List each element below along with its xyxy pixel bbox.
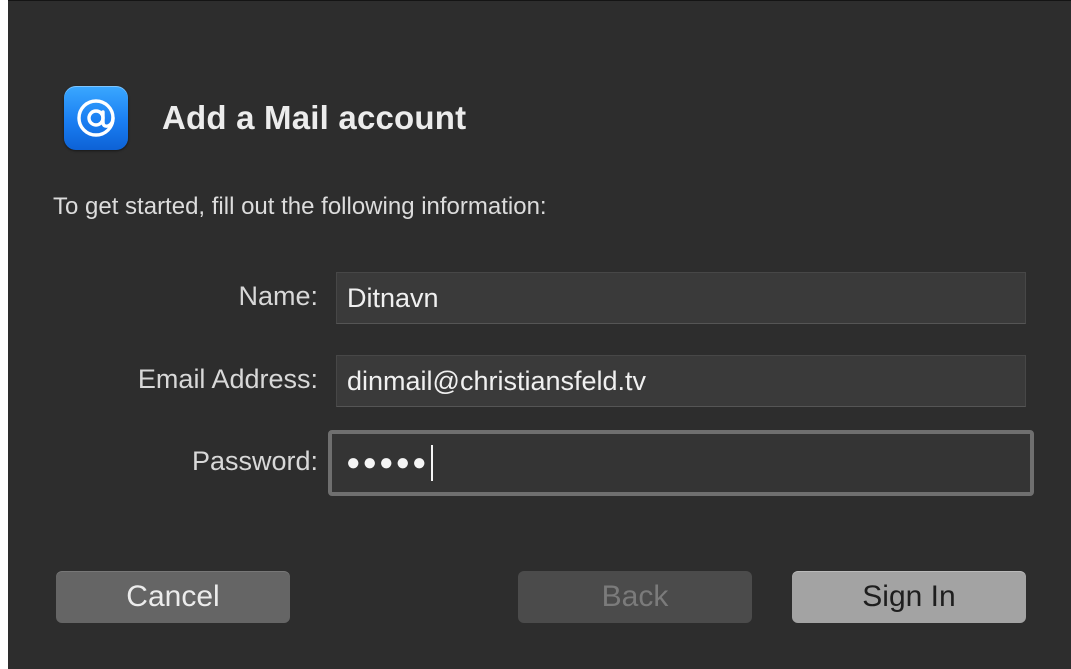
password-field[interactable]: ●●●●● <box>328 430 1034 496</box>
password-content: ●●●●● <box>346 445 434 481</box>
back-button[interactable]: Back <box>518 571 752 623</box>
email-label: Email Address: <box>137 364 318 394</box>
name-value: Ditnavn <box>347 282 439 313</box>
cancel-button[interactable]: Cancel <box>56 571 290 623</box>
dialog-title: Add a Mail account <box>162 99 467 136</box>
email-field[interactable]: dinmail@christiansfeld.tv <box>336 355 1026 407</box>
intro-text: To get started, fill out the following i… <box>53 193 547 220</box>
at-sign-icon <box>64 86 128 150</box>
name-field[interactable]: Ditnavn <box>336 272 1026 324</box>
sign-in-button[interactable]: Sign In <box>792 571 1026 623</box>
text-caret <box>431 445 434 481</box>
name-label: Name: <box>238 281 318 311</box>
email-value: dinmail@christiansfeld.tv <box>347 365 647 396</box>
password-label: Password: <box>191 446 318 476</box>
password-masked-value: ●●●●● <box>346 449 429 476</box>
